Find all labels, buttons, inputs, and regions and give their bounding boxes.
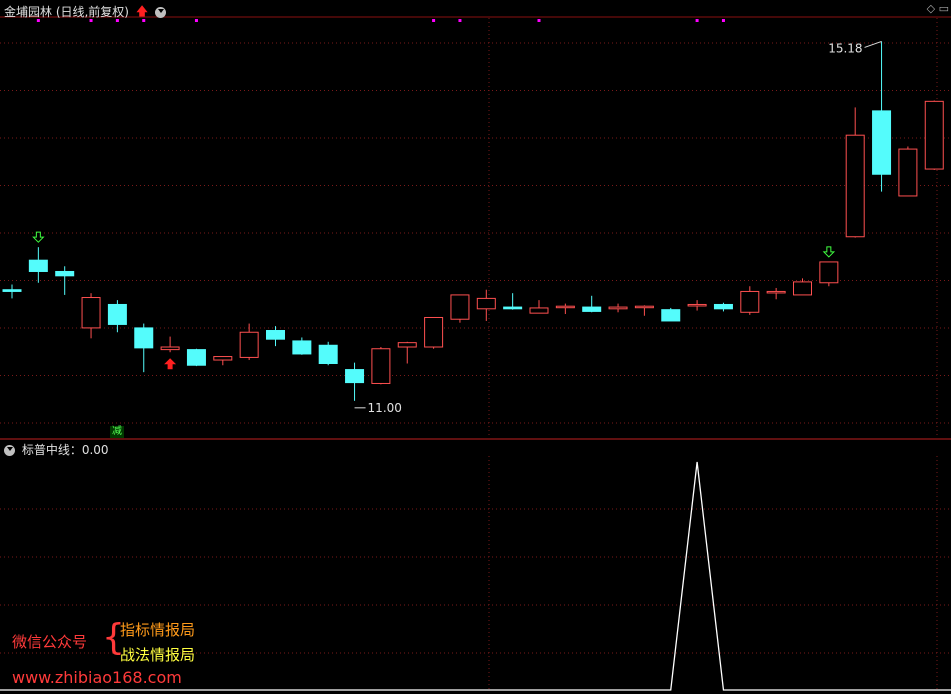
candle-down	[55, 270, 75, 277]
signal-dot	[537, 19, 541, 22]
sub-dropdown-icon[interactable]	[4, 445, 15, 456]
candle-up	[239, 331, 259, 358]
high-leader-line	[864, 40, 882, 48]
candle-up	[450, 294, 470, 320]
candle-up	[371, 348, 391, 384]
red-up-arrow-icon: 🡅	[135, 4, 149, 18]
stock-title-label: 金埔园林 (日线,前复权)	[4, 5, 129, 19]
candle-up	[740, 290, 760, 313]
stock-chart: 15.18 11.00	[0, 16, 951, 692]
candle-down	[107, 303, 127, 325]
candle-up	[608, 306, 628, 310]
candle-up	[424, 316, 444, 348]
signal-dot	[458, 19, 462, 22]
candle-up	[555, 305, 575, 309]
candle-up	[845, 134, 865, 238]
candle-up	[476, 297, 496, 310]
candle-down	[186, 349, 206, 366]
candle-up	[819, 261, 839, 284]
signal-dot	[432, 19, 436, 22]
candle-up	[924, 100, 944, 170]
candle-down	[134, 327, 154, 349]
candle-up	[898, 148, 918, 197]
diamond-icon[interactable]: ◇	[927, 2, 935, 15]
candle-down	[503, 306, 523, 310]
candle-down	[28, 259, 48, 272]
candle-down	[2, 289, 22, 292]
indicator-label: 标普中线：0.00	[21, 443, 109, 457]
candle-up	[687, 303, 707, 307]
sell-arrow-icon	[822, 246, 836, 258]
candle-down	[872, 110, 892, 175]
main-panel-title: 金埔园林 (日线,前复权) 🡅	[4, 2, 166, 23]
signal-dot	[695, 19, 699, 22]
signal-dot	[194, 19, 198, 22]
candle-down	[582, 306, 602, 312]
candle-down	[345, 369, 365, 384]
low-price-label: 11.00	[368, 401, 402, 415]
maximize-icon[interactable]: ▭	[939, 2, 949, 15]
candle-up	[529, 307, 549, 314]
candle-up	[766, 290, 786, 294]
watermark-url: www.zhibiao168.com	[12, 668, 182, 687]
candle-up	[213, 356, 233, 361]
candle-down	[661, 309, 681, 322]
sell-arrow-icon	[32, 231, 45, 243]
watermark-line1: 指标情报局	[120, 621, 196, 639]
signal-dot	[721, 19, 725, 22]
high-price-label: 15.18	[828, 41, 862, 55]
watermark-line2: 战法情报局	[120, 646, 196, 664]
watermark-account-label: 微信公众号	[12, 633, 88, 651]
window-controls[interactable]: ◇ ▭	[927, 2, 949, 15]
buy-arrow-icon	[164, 358, 177, 370]
sub-panel-title: 标普中线：0.00	[4, 441, 109, 458]
candle-up	[81, 297, 101, 329]
candle-up	[397, 342, 417, 348]
candle-up	[160, 346, 180, 351]
reduce-signal-marker: 减	[110, 426, 124, 438]
candle-down	[318, 344, 338, 364]
candle-up	[634, 305, 654, 309]
candle-down	[266, 330, 285, 340]
dropdown-chevron-icon[interactable]	[155, 7, 166, 18]
candle-down	[713, 303, 733, 310]
candle-up	[793, 281, 812, 296]
candle-down	[292, 340, 312, 355]
